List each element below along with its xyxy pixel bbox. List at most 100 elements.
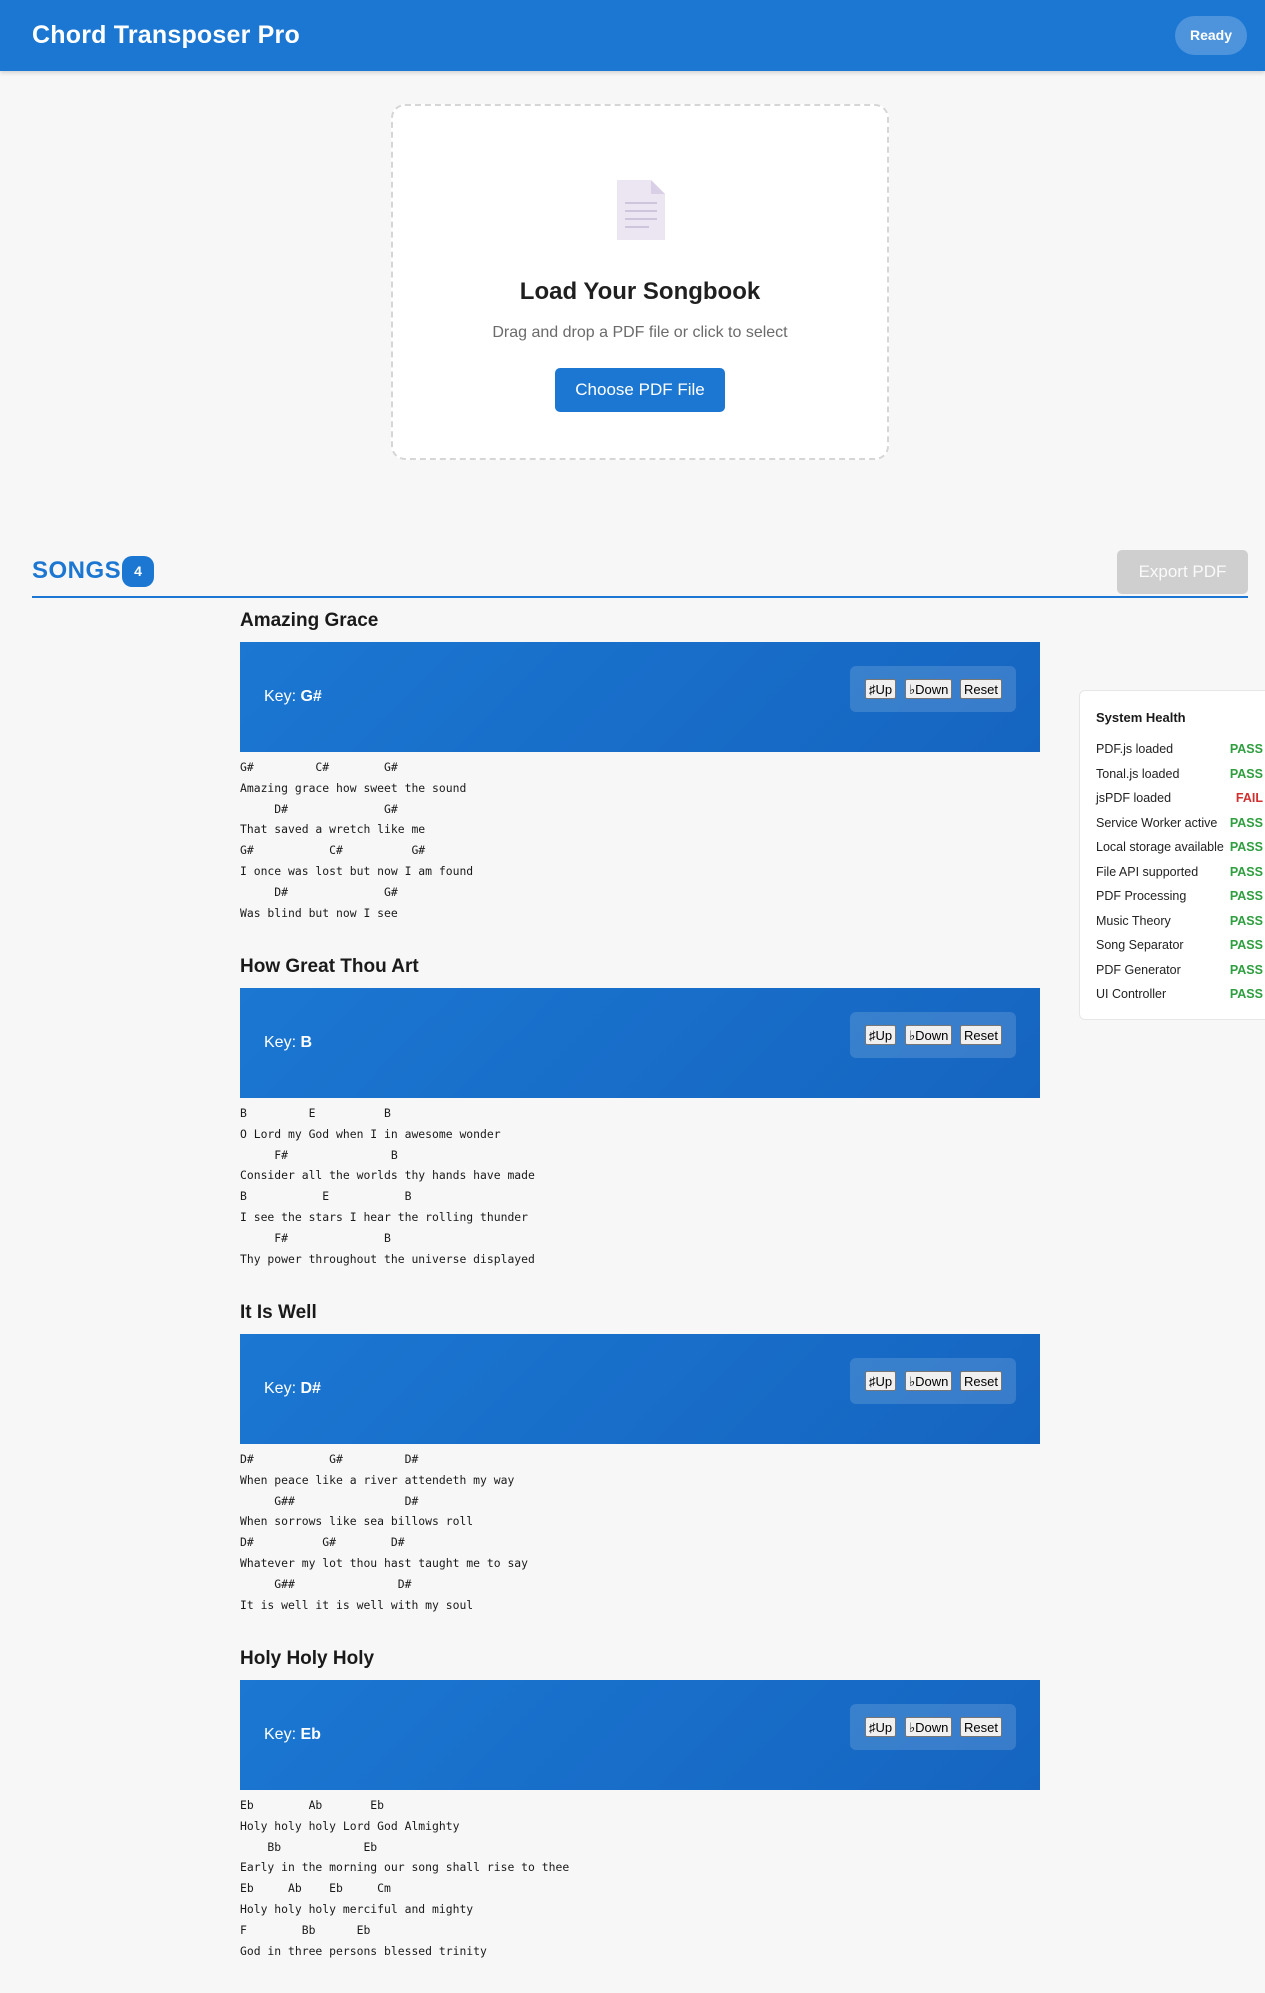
health-check-name: Local storage available <box>1096 840 1224 854</box>
app-title: Chord Transposer Pro <box>32 21 300 49</box>
chord-line: G## D# <box>240 1493 419 1508</box>
health-check-name: Music Theory <box>1096 913 1171 928</box>
lyric-line: I once was lost but now I am found <box>240 863 474 878</box>
reset-key-button[interactable]: Reset <box>960 1717 1002 1737</box>
document-icon <box>617 180 665 240</box>
health-check-status: PASS <box>1229 766 1263 781</box>
key-label: Key: D# <box>264 1380 321 1398</box>
songs-count-badge: 4 <box>122 556 154 587</box>
lyric-line: O Lord my God when I in awesome wonder <box>240 1126 501 1141</box>
transpose-controls: ♯Up ♭Down Reset <box>850 666 1016 712</box>
chord-line: B E B <box>240 1189 412 1204</box>
lyric-line: Amazing grace how sweet the sound <box>240 780 467 795</box>
pdf-drop-zone[interactable]: Load Your Songbook Drag and drop a PDF f… <box>391 104 889 460</box>
health-check-status: PASS <box>1229 840 1263 854</box>
lyric-line: Thy power throughout the universe displa… <box>240 1251 535 1266</box>
export-pdf-button[interactable]: Export PDF <box>1117 550 1248 594</box>
health-check-status: PASS <box>1229 889 1263 903</box>
lyric-line: That saved a wretch like me <box>240 822 426 837</box>
chord-line: Bb Eb <box>240 1839 378 1854</box>
song-title: Holy Holy Holy <box>240 1648 375 1669</box>
health-check-name: UI Controller <box>1096 987 1167 1001</box>
upload-subtitle: Drag and drop a PDF file or click to sel… <box>492 324 788 341</box>
health-check-name: File API supported <box>1096 864 1199 879</box>
transpose-up-button[interactable]: ♯Up <box>865 1371 897 1391</box>
lyric-line: When sorrows like sea billows roll <box>240 1514 474 1529</box>
chord-line: G# C# G# <box>240 843 426 858</box>
health-check-status: PASS <box>1229 864 1263 879</box>
song-block: How Great Thou Art Key: B ♯Up ♭Down Reset B E… <box>240 955 1040 1269</box>
health-check-row: Song Separator PASS <box>1096 938 1265 958</box>
status-badge: Ready <box>1175 16 1247 55</box>
key-label: Key: B <box>264 1034 312 1052</box>
song-title: Amazing Grace <box>240 610 379 631</box>
health-check-name: PDF Processing <box>1096 889 1187 903</box>
health-check-status: PASS <box>1229 962 1263 977</box>
chord-line: F# B <box>240 1147 398 1162</box>
chord-line: D# G# D# <box>240 1452 419 1466</box>
key-prefix: Key: <box>264 1726 301 1743</box>
reset-key-button[interactable]: Reset <box>960 679 1002 699</box>
songs-divider <box>32 596 1248 598</box>
song-lyrics: G# C# G# Amazing grace how sweet the soun… <box>240 757 1040 923</box>
key-bar: Key: Eb ♯Up ♭Down Reset <box>240 1680 1040 1790</box>
health-check-status: PASS <box>1229 815 1263 830</box>
song-title: How Great Thou Art <box>240 956 419 977</box>
transpose-down-button[interactable]: ♭Down <box>905 679 953 699</box>
song-lyrics: Eb Ab Eb Holy holy holy Lord God Almighty… <box>240 1795 1040 1961</box>
lyric-line: Whatever my lot thou hast taught me to s… <box>240 1555 529 1570</box>
lyric-line: God in three persons blessed trinity <box>240 1943 487 1958</box>
transpose-up-button[interactable]: ♯Up <box>865 1717 897 1737</box>
key-label: Key: Eb <box>264 1726 321 1744</box>
transpose-up-button[interactable]: ♯Up <box>865 679 897 699</box>
system-health-panel: System Health PDF.js loaded PASS Tonal.js … <box>1079 690 1265 1020</box>
chord-line: B E B <box>240 1106 391 1120</box>
song-block: It Is Well Key: D# ♯Up ♭Down Reset D# G# D# Wh… <box>240 1301 1040 1615</box>
chord-line: F# B <box>240 1230 391 1245</box>
current-key: G# <box>300 688 322 705</box>
health-check-row: File API supported PASS <box>1096 865 1265 885</box>
reset-key-button[interactable]: Reset <box>960 1371 1002 1391</box>
transpose-controls: ♯Up ♭Down Reset <box>850 1704 1016 1750</box>
choose-pdf-button[interactable]: Choose PDF File <box>555 368 725 412</box>
upload-title: Load Your Songbook <box>519 278 761 305</box>
health-check-row: Tonal.js loaded PASS <box>1096 767 1265 787</box>
lyric-line: It is well it is well with my soul <box>240 1597 474 1612</box>
health-check-status: PASS <box>1229 742 1263 756</box>
lyric-line: I see the stars I hear the rolling thund… <box>240 1209 529 1224</box>
chord-line: G# C# G# <box>240 760 398 774</box>
key-prefix: Key: <box>264 1034 301 1051</box>
chord-line: D# G# <box>240 884 398 899</box>
transpose-controls: ♯Up ♭Down Reset <box>850 1012 1016 1058</box>
transpose-up-button[interactable]: ♯Up <box>865 1025 897 1045</box>
health-check-status: PASS <box>1229 913 1263 928</box>
health-check-name: PDF.js loaded <box>1096 742 1174 756</box>
lyric-line: Was blind but now I see <box>240 905 398 920</box>
health-check-row: Local storage available PASS <box>1096 840 1265 860</box>
health-check-row: PDF.js loaded PASS <box>1096 742 1265 762</box>
app-header: Chord Transposer Pro Ready <box>0 0 1265 71</box>
reset-key-button[interactable]: Reset <box>960 1025 1002 1045</box>
song-block: Holy Holy Holy Key: Eb ♯Up ♭Down Reset Eb Ab … <box>240 1647 1040 1961</box>
lyric-line: When peace like a river attendeth my way <box>240 1472 515 1487</box>
health-check-row: UI Controller PASS <box>1096 987 1265 1007</box>
chord-line: D# G# D# <box>240 1535 405 1550</box>
song-title: It Is Well <box>240 1302 317 1323</box>
transpose-down-button[interactable]: ♭Down <box>905 1025 953 1045</box>
songs-heading: SONGS <box>32 557 122 584</box>
lyric-line: Holy holy holy merciful and mighty <box>240 1901 474 1916</box>
lyric-line: Holy holy holy Lord God Almighty <box>240 1818 460 1833</box>
current-key: B <box>300 1034 313 1051</box>
health-check-row: Music Theory PASS <box>1096 914 1265 934</box>
chord-line: Eb Ab Eb Cm <box>240 1881 391 1896</box>
system-health-title: System Health <box>1096 710 1186 725</box>
health-check-row: jsPDF loaded FAIL <box>1096 791 1265 811</box>
chord-line: F Bb Eb <box>240 1922 371 1937</box>
transpose-down-button[interactable]: ♭Down <box>905 1717 953 1737</box>
transpose-down-button[interactable]: ♭Down <box>905 1371 953 1391</box>
transpose-controls: ♯Up ♭Down Reset <box>850 1358 1016 1404</box>
key-label: Key: G# <box>264 688 322 706</box>
lyric-line: Consider all the worlds thy hands have m… <box>240 1168 535 1183</box>
key-bar: Key: D# ♯Up ♭Down Reset <box>240 1334 1040 1444</box>
lyric-line: Early in the morning our song shall rise… <box>240 1860 570 1875</box>
